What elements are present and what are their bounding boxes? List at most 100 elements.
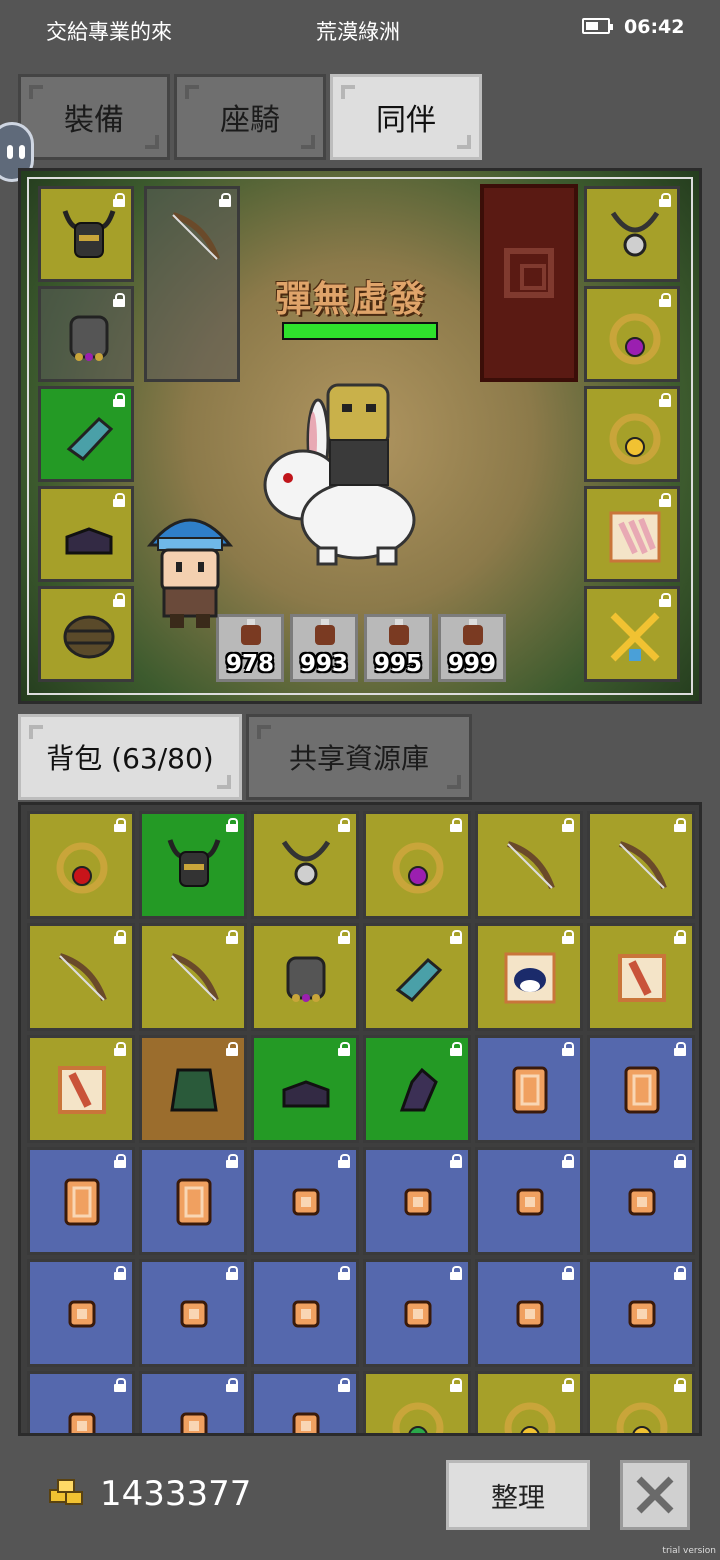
lock-icon <box>659 493 671 507</box>
inventory-slot[interactable] <box>27 1371 135 1433</box>
inventory-slot[interactable] <box>139 923 247 1031</box>
banner-slot[interactable] <box>480 184 578 382</box>
inventory-slot[interactable] <box>27 923 135 1031</box>
inventory-slot[interactable] <box>363 1035 471 1143</box>
close-button[interactable] <box>620 1460 690 1530</box>
lock-icon <box>226 818 238 832</box>
close-icon <box>636 1476 674 1514</box>
lock-icon <box>226 1266 238 1280</box>
equip-slot-right[interactable] <box>584 486 680 582</box>
inventory-slot[interactable] <box>363 1259 471 1367</box>
inventory-slot[interactable] <box>27 1035 135 1143</box>
tab-equipment-label: 裝備 <box>64 103 124 138</box>
equip-slot-right[interactable] <box>584 286 680 382</box>
inventory-slot[interactable] <box>587 1259 695 1367</box>
sort-button[interactable]: 整理 <box>446 1460 590 1530</box>
inventory-slot[interactable] <box>139 1371 247 1433</box>
equip-slot-right[interactable] <box>584 586 680 682</box>
potion-count: 995 <box>373 651 422 677</box>
lock-icon <box>338 1378 350 1392</box>
potion-slot[interactable]: 995 <box>364 614 432 682</box>
lock-icon <box>562 1154 574 1168</box>
tab-equipment[interactable]: 裝備 <box>18 74 170 160</box>
lock-icon <box>114 1154 126 1168</box>
inventory-slot[interactable] <box>251 1371 359 1433</box>
lock-icon <box>674 818 686 832</box>
inventory-slot[interactable] <box>363 811 471 919</box>
inventory-slot[interactable] <box>587 1035 695 1143</box>
lock-icon <box>114 930 126 944</box>
lock-icon <box>674 930 686 944</box>
equip-slot-left[interactable] <box>38 186 134 282</box>
inventory-slot[interactable] <box>475 1035 583 1143</box>
gold-icon <box>49 1479 83 1505</box>
tab-shared-storage-label: 共享資源庫 <box>288 742 429 775</box>
rabbit-mount-icon <box>263 383 416 566</box>
inventory-slot[interactable] <box>27 1147 135 1255</box>
equip-slot-weapon[interactable] <box>144 186 240 382</box>
skill-name: 彈無虛發 <box>275 278 428 320</box>
lock-icon <box>674 1042 686 1056</box>
lock-icon <box>113 493 125 507</box>
inventory-slot[interactable] <box>363 923 471 1031</box>
lock-icon <box>659 593 671 607</box>
inventory-slot[interactable] <box>587 811 695 919</box>
inventory-slot[interactable] <box>251 1147 359 1255</box>
location-name: 荒漠綠洲 <box>316 20 400 44</box>
status-left-text: 交給專業的來 <box>46 20 172 44</box>
potion-icon <box>315 619 335 645</box>
potion-count: 999 <box>447 651 496 677</box>
equip-slot-left[interactable] <box>38 586 134 682</box>
inventory-slot[interactable] <box>139 811 247 919</box>
battery-icon <box>582 18 613 34</box>
inventory-slot[interactable] <box>363 1147 471 1255</box>
potion-count: 978 <box>225 651 274 677</box>
lock-icon <box>114 1266 126 1280</box>
inventory-slot[interactable] <box>251 923 359 1031</box>
inventory-slot[interactable] <box>587 1147 695 1255</box>
tab-shared-storage[interactable]: 共享資源庫 <box>246 714 472 800</box>
tab-companion-label: 同伴 <box>376 103 436 138</box>
lock-icon <box>450 930 462 944</box>
inventory-slot[interactable] <box>139 1259 247 1367</box>
lock-icon <box>659 393 671 407</box>
inventory-slot[interactable] <box>475 1259 583 1367</box>
inventory-slot[interactable] <box>251 1035 359 1143</box>
equip-slot-right[interactable] <box>584 186 680 282</box>
equip-slot-left[interactable] <box>38 386 134 482</box>
inventory-slot[interactable] <box>251 1259 359 1367</box>
lock-icon <box>226 1042 238 1056</box>
inventory-slot[interactable] <box>363 1371 471 1433</box>
inventory-slot[interactable] <box>587 923 695 1031</box>
inventory-grid[interactable] <box>18 802 702 1436</box>
inventory-slot[interactable] <box>475 811 583 919</box>
inventory-slot[interactable] <box>139 1147 247 1255</box>
trial-version-label: trial version <box>662 1546 716 1556</box>
tab-companion[interactable]: 同伴 <box>330 74 482 160</box>
potion-count: 993 <box>299 651 348 677</box>
potion-icon <box>241 619 261 645</box>
inventory-slot[interactable] <box>27 1259 135 1367</box>
inventory-slot[interactable] <box>475 1371 583 1433</box>
inventory-slot[interactable] <box>587 1371 695 1433</box>
equip-slot-left[interactable] <box>38 486 134 582</box>
inventory-slot[interactable] <box>251 811 359 919</box>
tab-backpack[interactable]: 背包 (63/80) <box>18 714 242 800</box>
inventory-slot[interactable] <box>475 1147 583 1255</box>
equip-slot-left[interactable] <box>38 286 134 382</box>
inventory-slot[interactable] <box>139 1035 247 1143</box>
potion-icon <box>389 619 409 645</box>
inventory-slot[interactable] <box>27 811 135 919</box>
potion-icon <box>463 619 483 645</box>
status-bar: 交給專業的來 荒漠綠洲 06:42 <box>0 0 720 58</box>
sort-button-label: 整理 <box>491 1482 545 1514</box>
lock-icon <box>114 1042 126 1056</box>
potion-slot[interactable]: 993 <box>290 614 358 682</box>
lock-icon <box>114 818 126 832</box>
inventory-slot[interactable] <box>475 923 583 1031</box>
lock-icon <box>562 1378 574 1392</box>
equip-slot-right[interactable] <box>584 386 680 482</box>
potion-slot[interactable]: 999 <box>438 614 506 682</box>
tab-mount[interactable]: 座騎 <box>174 74 326 160</box>
lock-icon <box>674 1154 686 1168</box>
